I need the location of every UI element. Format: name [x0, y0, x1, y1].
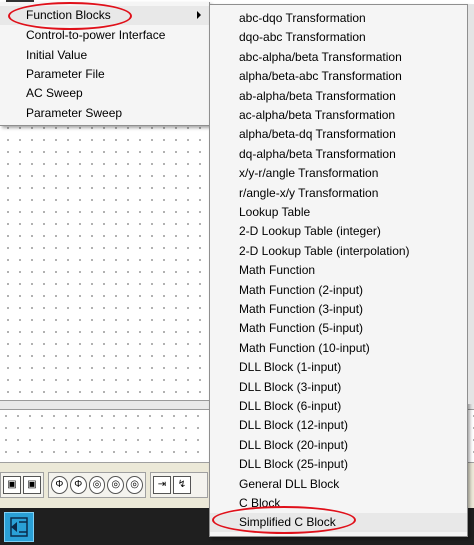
- menu-item-initial-value[interactable]: Initial Value: [0, 46, 209, 65]
- submenu-item-label: ab-alpha/beta Transformation: [239, 88, 396, 103]
- menu-item-label: Function Blocks: [26, 8, 111, 22]
- submenu-item-label: General DLL Block: [239, 476, 340, 491]
- submenu-item-label: dqo-abc Transformation: [239, 30, 366, 45]
- submenu-item[interactable]: Math Function (3-input): [210, 300, 467, 319]
- submenu-item[interactable]: DLL Block (3-input): [210, 378, 467, 397]
- menu-item-ac-sweep[interactable]: AC Sweep: [0, 84, 209, 103]
- submenu-item[interactable]: Lookup Table: [210, 203, 467, 222]
- ac-source-icon[interactable]: ◎: [107, 476, 125, 494]
- submenu-item[interactable]: r/angle-x/y Transformation: [210, 184, 467, 203]
- submenu-item-label: 2-D Lookup Table (interpolation): [239, 243, 410, 258]
- submenu-item[interactable]: C Block: [210, 494, 467, 513]
- menu-item-control-to-power-interface[interactable]: Control-to-power Interface: [0, 26, 209, 45]
- menu-item-label: AC Sweep: [26, 86, 83, 100]
- submenu-item-label: abc-dqo Transformation: [239, 11, 366, 25]
- submenu-item[interactable]: dq-alpha/beta Transformation: [210, 145, 467, 164]
- scope-icon[interactable]: ▣: [3, 476, 21, 494]
- submenu-item-label: Math Function: [239, 263, 316, 278]
- menu-item-label: Parameter File: [26, 67, 105, 81]
- menu-item-label: Initial Value: [26, 48, 88, 62]
- submenu-item[interactable]: Math Function: [210, 261, 467, 280]
- menu-item-parameter-file[interactable]: Parameter File: [0, 65, 209, 84]
- menu-item-label: Control-to-power Interface: [26, 28, 166, 42]
- sine-source-icon[interactable]: ◎: [88, 476, 106, 494]
- submenu-item-label: alpha/beta-abc Transformation: [239, 69, 402, 84]
- submenu-item[interactable]: alpha/beta-dq Transformation: [210, 125, 467, 144]
- submenu-item[interactable]: DLL Block (12-input): [210, 416, 467, 435]
- submenu-item-label: DLL Block (25-input): [239, 457, 348, 472]
- submenu-item-label: DLL Block (20-input): [239, 437, 348, 452]
- menu-item-parameter-sweep[interactable]: Parameter Sweep: [0, 104, 209, 123]
- scope-icon[interactable]: ▣: [23, 476, 41, 494]
- submenu-item[interactable]: Math Function (2-input): [210, 281, 467, 300]
- submenu-item[interactable]: dqo-abc Transformation: [210, 28, 467, 47]
- submenu-item-label: Math Function (2-input): [239, 282, 364, 297]
- submenu-item[interactable]: DLL Block (6-input): [210, 397, 467, 416]
- submenu-item[interactable]: ab-alpha/beta Transformation: [210, 87, 467, 106]
- elements-menu: Function Blocks Control-to-power Interfa…: [0, 2, 210, 126]
- submenu-arrow-icon: [197, 11, 201, 19]
- submenu-item[interactable]: alpha/beta-abc Transformation: [210, 67, 467, 86]
- submenu-item[interactable]: Math Function (5-input): [210, 319, 467, 338]
- submenu-item-label: C Block: [239, 496, 281, 510]
- submenu-item[interactable]: x/y-r/angle Transformation: [210, 164, 467, 183]
- submenu-item-label: x/y-r/angle Transformation: [239, 166, 379, 181]
- submenu-item-label: DLL Block (12-input): [239, 418, 348, 433]
- submenu-item-label: alpha/beta-dq Transformation: [239, 127, 396, 142]
- vertical-scrollbar[interactable]: [468, 4, 474, 404]
- dc-source-icon[interactable]: ◎: [126, 476, 143, 494]
- submenu-item-label: DLL Block (6-input): [239, 399, 342, 413]
- submenu-item[interactable]: DLL Block (1-input): [210, 358, 467, 377]
- submenu-item-label: Math Function (10-input): [239, 340, 370, 355]
- submenu-item[interactable]: DLL Block (20-input): [210, 436, 467, 455]
- submenu-item[interactable]: DLL Block (25-input): [210, 455, 467, 474]
- menu-item-label: Parameter Sweep: [26, 106, 123, 120]
- submenu-item-label: Simplified C Block: [239, 515, 336, 530]
- gate-icon[interactable]: ⇥: [153, 476, 171, 494]
- submenu-item-label: DLL Block (3-input): [239, 379, 342, 394]
- submenu-item-label: Lookup Table: [239, 205, 311, 219]
- current-source-icon[interactable]: Φ: [69, 476, 87, 494]
- submenu-item-label: Math Function (5-input): [239, 321, 364, 336]
- submenu-item[interactable]: 2-D Lookup Table (integer): [210, 222, 467, 241]
- function-blocks-submenu: abc-dqo Transformation dqo-abc Transforma…: [209, 4, 468, 537]
- submenu-item[interactable]: 2-D Lookup Table (interpolation): [210, 242, 467, 261]
- menu-item-function-blocks[interactable]: Function Blocks: [0, 6, 209, 25]
- submenu-item[interactable]: abc-dqo Transformation: [210, 9, 467, 28]
- submenu-item[interactable]: Simplified C Block: [210, 513, 467, 533]
- submenu-item-label: abc-alpha/beta Transformation: [239, 49, 402, 64]
- submenu-item-label: dq-alpha/beta Transformation: [239, 146, 396, 161]
- submenu-item-label: Math Function (3-input): [239, 302, 364, 316]
- submenu-item-label: r/angle-x/y Transformation: [239, 185, 379, 200]
- submenu-item-label: ac-alpha/beta Transformation: [239, 108, 396, 122]
- toolbar-group-sources: Φ Φ ◎ ◎ ◎: [48, 472, 146, 498]
- voltage-source-icon[interactable]: Φ: [51, 476, 68, 494]
- submenu-item[interactable]: ac-alpha/beta Transformation: [210, 106, 467, 125]
- psim-app-icon[interactable]: [4, 512, 34, 542]
- submenu-item-label: 2-D Lookup Table (integer): [239, 224, 381, 239]
- probe-icon[interactable]: ↯: [173, 476, 191, 494]
- toolbar-group-misc: ⇥ ↯: [150, 472, 208, 498]
- submenu-item[interactable]: abc-alpha/beta Transformation: [210, 48, 467, 67]
- submenu-item[interactable]: General DLL Block: [210, 475, 467, 494]
- toolbar-group-scopes: ▣ ▣: [0, 472, 44, 498]
- submenu-item-label: DLL Block (1-input): [239, 360, 342, 375]
- submenu-item[interactable]: Math Function (10-input): [210, 339, 467, 358]
